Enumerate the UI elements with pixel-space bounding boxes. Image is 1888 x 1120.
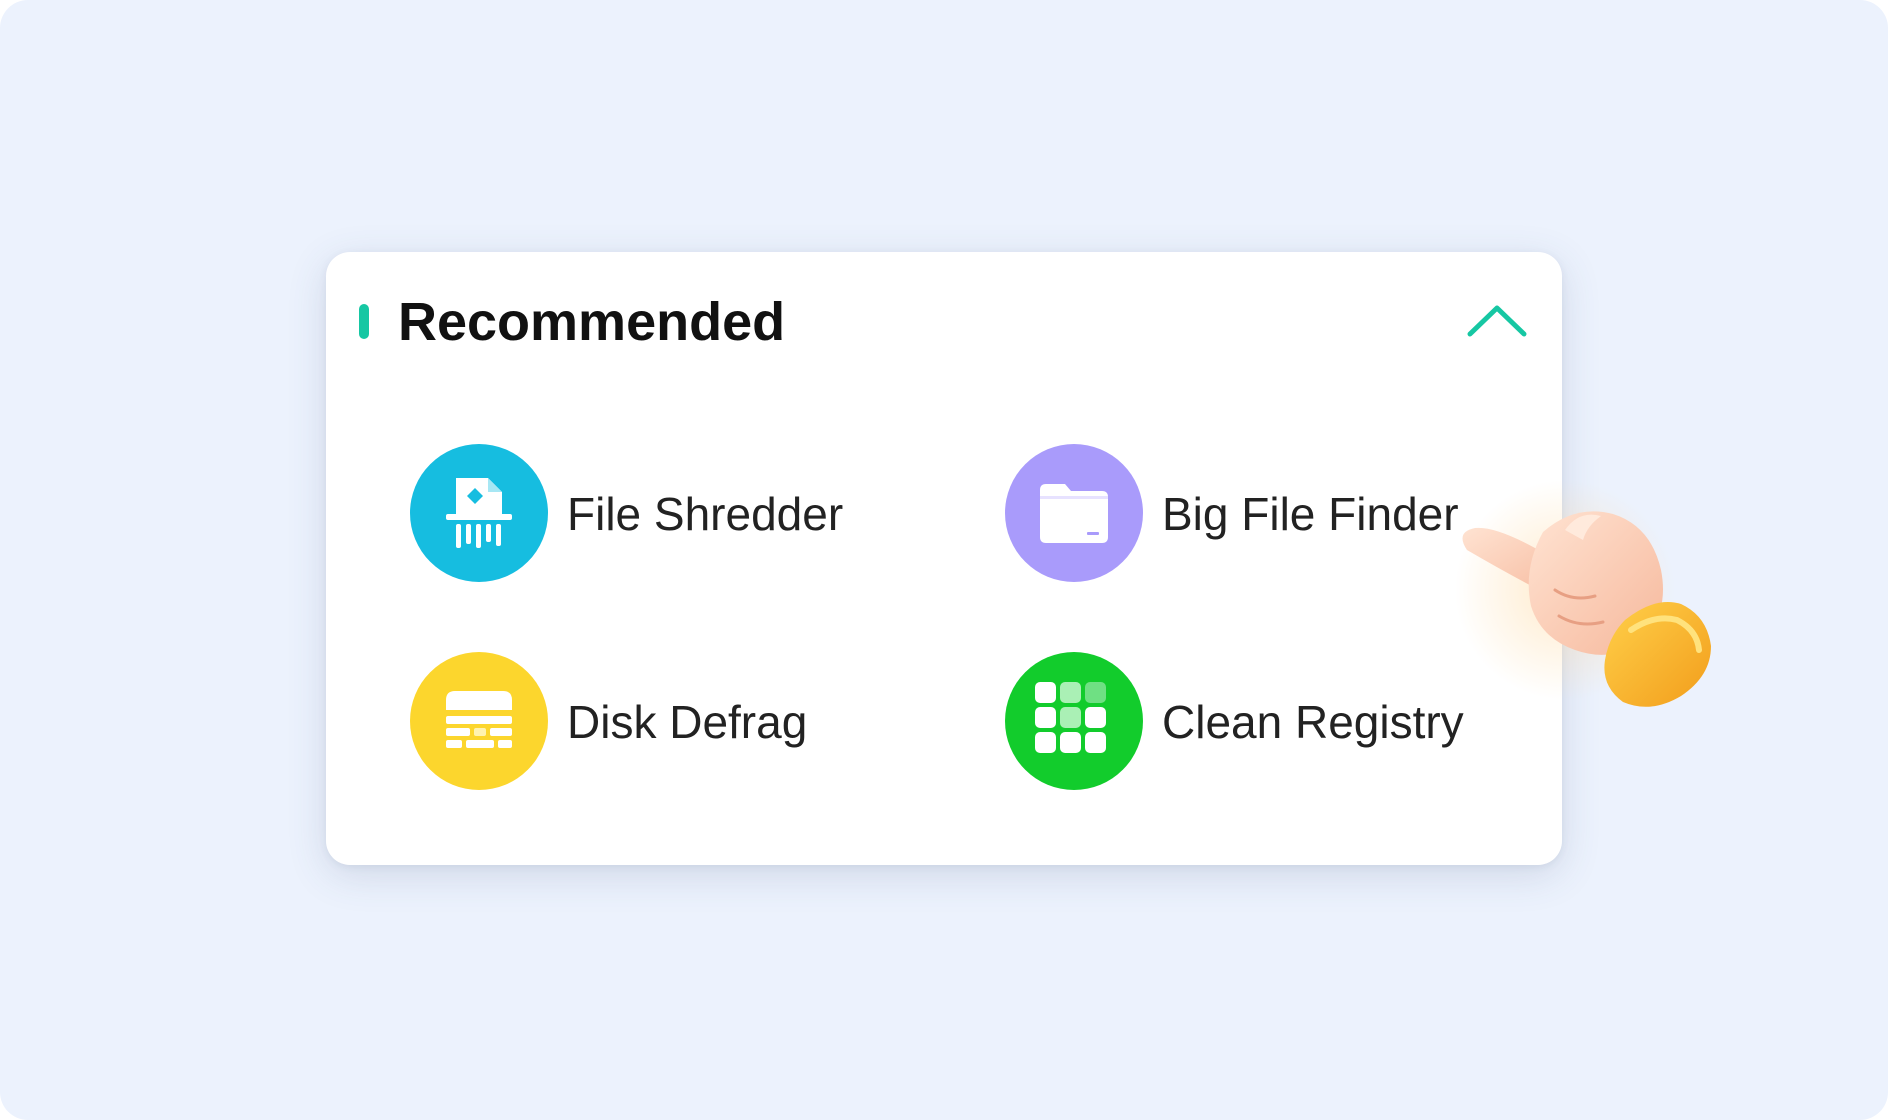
tool-label: Clean Registry	[1162, 696, 1464, 748]
tool-big-file-finder[interactable]: Big File Finder	[1005, 444, 1475, 584]
tool-label: File Shredder	[567, 488, 844, 540]
tool-file-shredder[interactable]: File Shredder	[410, 444, 843, 584]
section-title: Recommended	[398, 292, 786, 352]
registry-grid-icon	[1005, 652, 1143, 790]
tool-disk-defrag[interactable]: Disk Defrag	[410, 652, 810, 792]
file-shredder-icon	[410, 444, 548, 582]
disk-defrag-icon	[410, 652, 548, 790]
section-accent-bar	[359, 304, 369, 339]
chevron-up-icon[interactable]	[1462, 292, 1532, 352]
tool-clean-registry[interactable]: Clean Registry	[1005, 652, 1475, 792]
recommended-panel: Recommended File Shredder Big File Finde…	[326, 252, 1562, 865]
pointing-hand-icon	[1455, 480, 1711, 707]
page-background: Recommended File Shredder Big File Finde…	[0, 0, 1888, 1120]
folder-icon	[1005, 444, 1143, 582]
tool-label: Big File Finder	[1162, 488, 1459, 540]
tool-label: Disk Defrag	[567, 696, 808, 748]
